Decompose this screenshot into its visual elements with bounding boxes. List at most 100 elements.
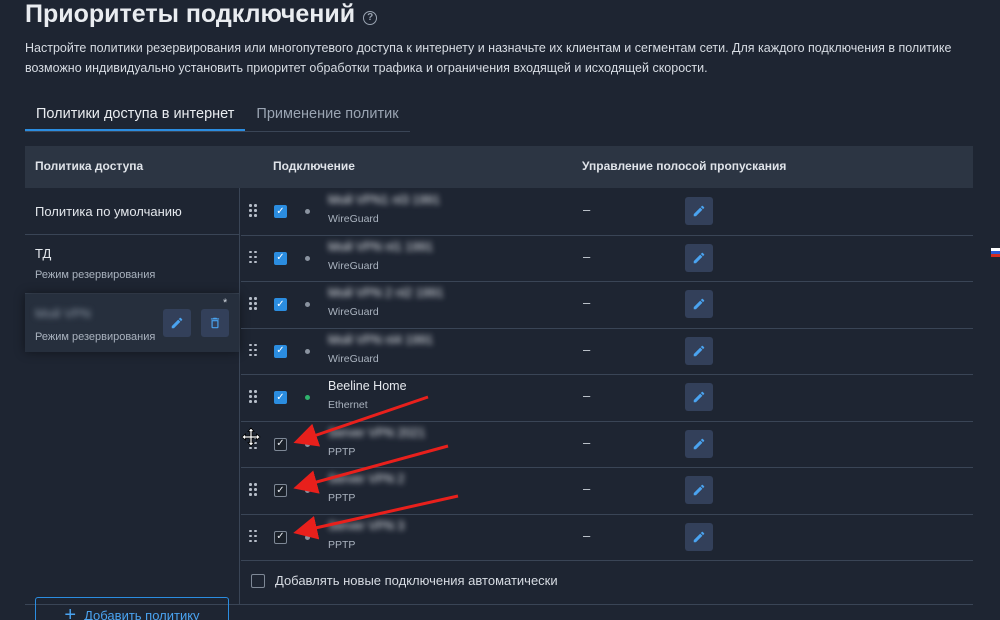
connection-type: WireGuard	[328, 259, 379, 272]
pencil-icon	[693, 531, 705, 542]
tab-bar: Политики доступа в интернет Применение п…	[25, 104, 410, 132]
connection-row: ✓ Мой VPN 2 nl2 1991 WireGuard –	[241, 281, 973, 327]
bandwidth-value: –	[583, 202, 591, 217]
connection-type: PPTP	[328, 538, 356, 551]
drag-handle-icon[interactable]	[249, 204, 259, 218]
connection-name: Мой VPN nl4 1991	[328, 332, 434, 347]
tab-apply-policies[interactable]: Применение политик	[245, 104, 409, 131]
connection-checkbox[interactable]: ✓	[274, 530, 287, 544]
page-title: Приоритеты подключений ?	[25, 0, 378, 29]
delete-policy-button[interactable]	[201, 309, 229, 337]
edit-bandwidth-button[interactable]	[685, 197, 713, 225]
policy-mode: Режим резервирования	[35, 269, 156, 281]
drag-handle-icon[interactable]	[249, 250, 259, 265]
policy-item-selected[interactable]: Мой VPN Режим резервирования *	[25, 294, 239, 352]
drag-handle-icon[interactable]	[249, 483, 259, 497]
question-circle-icon[interactable]: ?	[363, 10, 378, 25]
status-dot	[305, 441, 310, 447]
status-dot	[305, 209, 310, 214]
connection-row: ✓ Мой VPN nl1 1991 WireGuard –	[241, 235, 973, 281]
pencil-icon	[693, 205, 705, 217]
connection-checkbox[interactable]: ✓	[274, 437, 287, 451]
edit-bandwidth-button[interactable]	[685, 476, 713, 504]
bandwidth-value: –	[583, 527, 591, 543]
status-dot	[305, 488, 310, 493]
connection-type: PPTP	[328, 445, 356, 458]
bandwidth-value: –	[583, 434, 591, 450]
policy-item-td[interactable]: ТД Режим резервирования	[25, 235, 239, 293]
connection-row: ✓ Мой VPN1 nl3 1991 WireGuard –	[241, 188, 973, 234]
move-cursor-icon	[241, 427, 261, 447]
tab-internet-policies[interactable]: Политики доступа в интернет	[25, 104, 246, 131]
connection-name: Server VPN 3	[328, 518, 405, 533]
drag-handle-icon[interactable]	[249, 529, 259, 544]
edit-policy-button[interactable]	[163, 309, 191, 337]
plus-icon: +	[64, 604, 77, 620]
pencil-icon	[693, 298, 705, 310]
connection-checkbox[interactable]: ✓	[274, 251, 287, 265]
trash-icon	[210, 317, 220, 329]
auto-add-label: Добавлять новые подключения автоматическ…	[275, 573, 558, 588]
connection-row: ✓ Server VPN 2 PPTP –	[241, 467, 973, 513]
connection-name: Мой VPN nl1 1991	[328, 239, 434, 254]
table-header: Политика доступа Подключение Управление …	[25, 146, 973, 188]
connection-checkbox[interactable]: ✓	[274, 391, 287, 404]
modified-asterisk: *	[223, 297, 228, 309]
edit-bandwidth-button[interactable]	[685, 383, 713, 411]
policy-list: Политика по умолчанию ТД Режим резервиро…	[25, 188, 240, 620]
drag-handle-icon[interactable]	[249, 390, 259, 404]
drag-handle-icon[interactable]	[249, 343, 259, 358]
edit-bandwidth-button[interactable]	[685, 290, 713, 318]
header-connection: Подключение	[273, 159, 355, 173]
connection-name: Мой VPN1 nl3 1991	[328, 193, 441, 207]
auto-add-checkbox[interactable]	[251, 573, 265, 588]
connection-checkbox[interactable]: ✓	[274, 344, 287, 358]
connection-checkbox[interactable]: ✓	[274, 298, 287, 311]
drag-handle-icon[interactable]	[249, 297, 259, 311]
edit-bandwidth-button[interactable]	[685, 336, 713, 365]
policy-item-default[interactable]: Политика по умолчанию	[25, 188, 239, 234]
connection-checkbox[interactable]: ✓	[274, 484, 287, 497]
header-policy: Политика доступа	[35, 159, 144, 173]
policy-name: Политика по умолчанию	[35, 204, 182, 219]
connection-name: Beeline Home	[328, 379, 407, 393]
connection-row: ✓ Beeline Home Ethernet –	[241, 374, 973, 420]
page-title-text: Приоритеты подключений	[25, 0, 356, 28]
connection-name: Server VPN 2	[328, 472, 405, 486]
pencil-icon	[693, 391, 705, 403]
add-policy-label: Добавить политику	[84, 607, 200, 620]
header-bandwidth: Управление полосой пропускания	[582, 159, 787, 173]
page-description: Настройте политики резервирования или мн…	[25, 41, 952, 75]
bandwidth-value: –	[583, 341, 591, 357]
row-separator	[241, 560, 973, 561]
connection-row: ✓ Server VPN 2021 PPTP –	[241, 421, 973, 467]
status-dot	[305, 395, 310, 400]
auto-add-row: Добавлять новые подключения автоматическ…	[251, 573, 558, 588]
connection-row: ✓ Server VPN 3 PPTP –	[241, 514, 973, 560]
flag-icon	[991, 248, 1000, 257]
edit-bandwidth-button[interactable]	[685, 429, 713, 458]
connection-type: Ethernet	[328, 399, 368, 411]
policy-mode: Режим резервирования	[35, 331, 156, 343]
status-dot	[305, 348, 310, 354]
pencil-icon	[171, 317, 183, 329]
pencil-icon	[693, 484, 705, 496]
connection-type: WireGuard	[328, 213, 379, 225]
status-dot	[305, 534, 310, 540]
connection-row: ✓ Мой VPN nl4 1991 WireGuard –	[241, 328, 973, 374]
connection-name: Мой VPN 2 nl2 1991	[328, 286, 444, 300]
policy-name: ТД	[35, 246, 52, 261]
connection-type: PPTP	[328, 492, 356, 504]
add-policy-button[interactable]: + Добавить политику	[35, 597, 229, 620]
edit-bandwidth-button[interactable]	[685, 243, 713, 272]
connection-type: WireGuard	[328, 352, 379, 365]
policies-table: Политика доступа Подключение Управление …	[25, 146, 973, 620]
bandwidth-value: –	[583, 481, 591, 496]
edit-bandwidth-button[interactable]	[685, 522, 713, 551]
connection-checkbox[interactable]: ✓	[274, 205, 287, 218]
bandwidth-value: –	[583, 248, 591, 264]
pencil-icon	[693, 252, 705, 263]
status-dot	[305, 302, 310, 307]
connection-name: Server VPN 2021	[328, 425, 426, 440]
connection-type: WireGuard	[328, 306, 379, 318]
